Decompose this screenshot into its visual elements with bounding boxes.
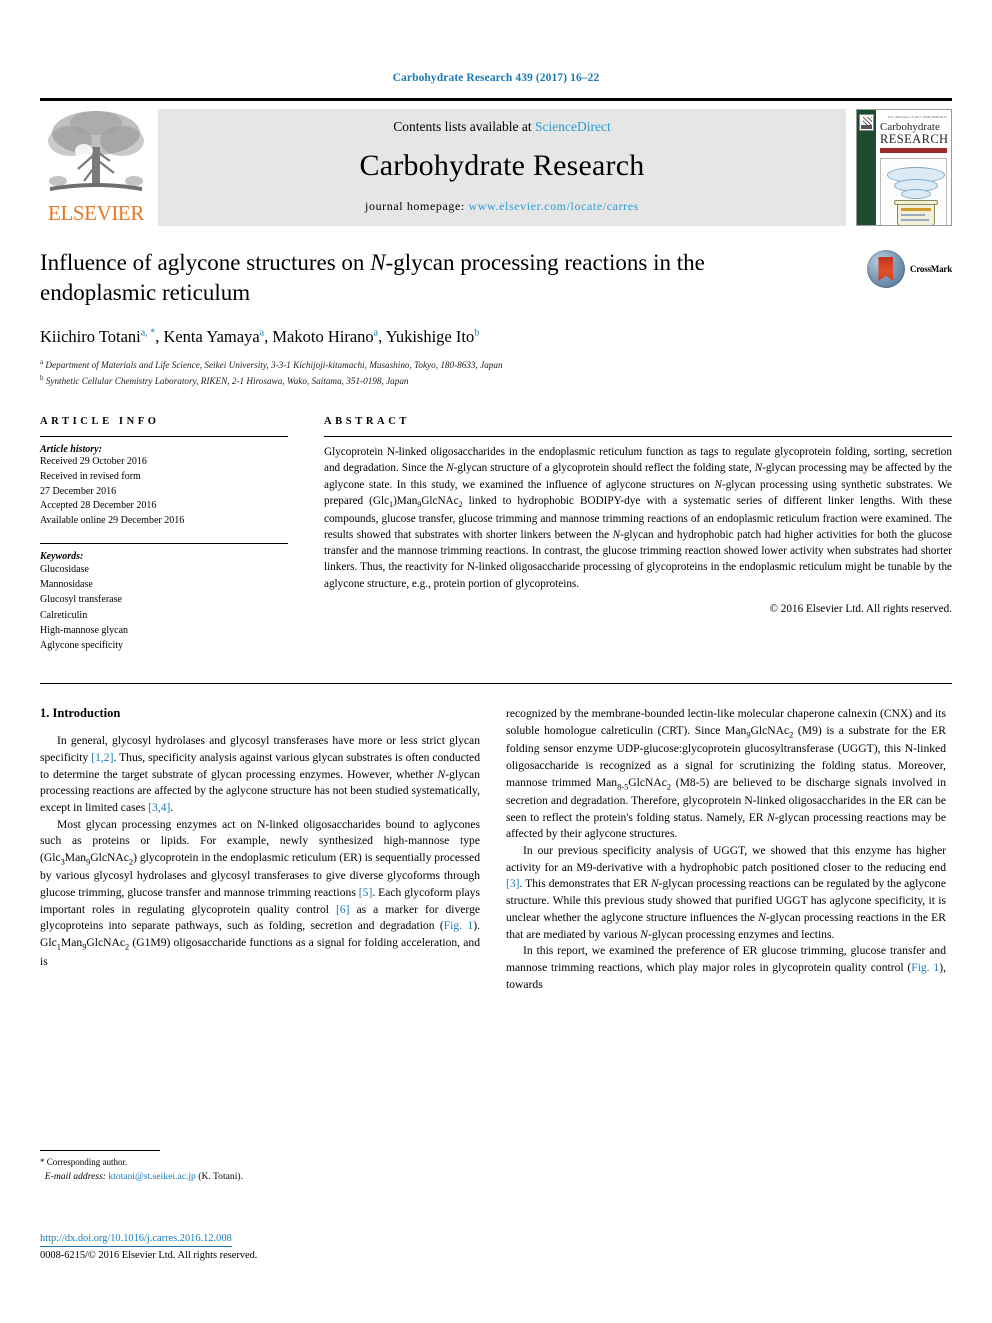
keyword-5: High-mannose glycan — [40, 624, 129, 636]
keyword-4: Calreticulin — [40, 609, 88, 621]
affiliation-b-mark: b — [40, 373, 44, 382]
intro-paragraph-4: In our previous specificity analysis of … — [506, 844, 946, 941]
journal-title: Carbohydrate Research — [359, 149, 645, 182]
article-history-label: Article history: — [40, 444, 102, 456]
affiliation-a-mark: a — [40, 358, 44, 367]
author-3[interactable]: Makoto Hiranoa — [272, 327, 378, 346]
abstract-text: Glycoprotein N-linked oligosaccharides i… — [324, 446, 952, 590]
footnote-rule — [40, 1150, 160, 1151]
homepage-url-link[interactable]: www.elsevier.com/locate/carres — [468, 199, 638, 213]
crossmark-icon — [866, 250, 905, 288]
issn-copyright-line: 0008-6215/© 2016 Elsevier Ltd. All right… — [40, 1249, 258, 1261]
affiliation-list: a Department of Materials and Life Scien… — [40, 357, 952, 388]
corresponding-author-note: * Corresponding author. — [40, 1157, 128, 1167]
email-label: E-mail address: — [44, 1170, 106, 1182]
article-history-5: Available online 29 December 2016 — [40, 515, 185, 527]
author-list: Kiichiro Totania, *, Kenta Yamayaa, Mako… — [40, 327, 480, 346]
cover-body: Vol. 439 Issue 15 2017 ISSN 0008-6215 Ca… — [876, 110, 951, 225]
cover-subtitle-bar — [880, 147, 947, 153]
page-title: Influence of aglycone structures on N-gl… — [40, 248, 800, 309]
body-columns: 1. Introduction In general, glycosyl hyd… — [40, 706, 952, 993]
intro-paragraph-1: In general, glycosyl hydrolases and glyc… — [40, 734, 481, 814]
keyword-3: Glucosyl transferase — [40, 594, 122, 606]
abstract-heading: ABSTRACT — [324, 416, 410, 428]
sciencedirect-link[interactable]: ScienceDirect — [535, 119, 611, 134]
intro-paragraph-5: In this report, we examined the preferen… — [506, 944, 946, 991]
affiliation-b: b Synthetic Cellular Chemistry Laborator… — [40, 373, 952, 388]
journal-cover-thumbnail: Vol. 439 Issue 15 2017 ISSN 0008-6215 Ca… — [856, 109, 952, 226]
keyword-1: Glucosidase — [40, 564, 89, 576]
footnote-area: * Corresponding author. E-mail address: … — [40, 1150, 480, 1184]
running-head: Carbohydrate Research 439 (2017) 16–22 — [392, 72, 600, 84]
author-4[interactable]: Yukishige Itob — [386, 327, 479, 346]
cover-elsevier-mark-icon — [859, 114, 874, 131]
email-link[interactable]: ktotani@st.seikei.ac.jp — [108, 1171, 195, 1182]
article-info-heading: ARTICLE INFO — [40, 416, 160, 428]
abstract-column: ABSTRACT Glycoprotein N-linked oligosacc… — [324, 416, 952, 653]
abstract-copyright: © 2016 Elsevier Ltd. All rights reserved… — [769, 602, 953, 615]
journal-masthead: ELSEVIER Contents lists available at Sci… — [40, 98, 952, 226]
body-column-right: recognized by the membrane-bounded lecti… — [506, 706, 946, 993]
journal-homepage-line: journal homepage: www.elsevier.com/locat… — [365, 199, 639, 214]
footer-doi-area: http://dx.doi.org/10.1016/j.carres.2016.… — [40, 1228, 500, 1261]
doi-link[interactable]: http://dx.doi.org/10.1016/j.carres.2016.… — [40, 1232, 232, 1247]
elsevier-logo: ELSEVIER — [40, 109, 152, 226]
cover-title-line2: RESEARCH — [880, 132, 949, 146]
keyword-6: Aglycone specificity — [40, 639, 124, 651]
paper-page: Carbohydrate Research 439 (2017) 16–22 E… — [0, 0, 992, 1323]
article-info-rule — [40, 436, 288, 438]
article-history-2: Received in revised form — [40, 470, 141, 482]
elsevier-wordmark: ELSEVIER — [48, 201, 144, 225]
keyword-2: Mannosidase — [40, 579, 93, 591]
email-note: E-mail address: ktotani@st.seikei.ac.jp … — [40, 1170, 480, 1184]
cover-artwork — [880, 157, 947, 225]
title-part-1: Influence of aglycone structures on — [40, 250, 371, 275]
body-column-left: 1. Introduction In general, glycosyl hyd… — [40, 706, 480, 993]
journal-band: Contents lists available at ScienceDirec… — [158, 109, 846, 226]
author-1-name: Kiichiro Totani — [40, 327, 141, 346]
article-info-column: ARTICLE INFO Article history: Received 2… — [40, 416, 288, 653]
intro-paragraph-2: Most glycan processing enzymes act on N-… — [40, 817, 481, 968]
affiliation-a: a Department of Materials and Life Scien… — [40, 357, 952, 372]
intro-paragraph-3: recognized by the membrane-bounded lecti… — [506, 707, 946, 841]
email-suffix: (K. Totani). — [198, 1170, 243, 1182]
homepage-label: journal homepage: — [365, 199, 469, 213]
section-heading-introduction: 1. Introduction — [40, 706, 121, 721]
body-separator-rule — [40, 683, 952, 685]
article-history-4: Accepted 28 December 2016 — [40, 500, 157, 512]
crossmark-badge[interactable]: CrossMark — [866, 250, 952, 288]
author-1[interactable]: Kiichiro Totania, * — [40, 327, 155, 346]
article-history-3: 27 December 2016 — [40, 485, 117, 497]
author-3-marks: a — [373, 327, 379, 339]
article-history-1: Received 29 October 2016 — [40, 456, 147, 468]
info-abstract-row: ARTICLE INFO Article history: Received 2… — [40, 416, 952, 653]
affiliation-a-text: Department of Materials and Life Science… — [45, 360, 503, 371]
title-italic-n: N — [370, 250, 386, 275]
keywords-label: Keywords: — [40, 551, 84, 563]
cover-issn-line: Vol. 439 Issue 15 2017 ISSN 0008-6215 — [888, 115, 947, 119]
author-1-marks: a, * — [140, 327, 156, 339]
author-2[interactable]: Kenta Yamayaa — [163, 327, 264, 346]
author-3-name: Makoto Hirano — [272, 327, 374, 346]
author-2-name: Kenta Yamaya — [163, 327, 260, 346]
crossmark-label: CrossMark — [909, 264, 952, 274]
contents-list-line: Contents lists available at ScienceDirec… — [393, 119, 610, 135]
abstract-rule — [324, 436, 952, 438]
keywords-rule — [40, 543, 288, 545]
title-block: Influence of aglycone structures on N-gl… — [40, 248, 952, 310]
elsevier-tree-icon — [44, 107, 148, 203]
cover-spine — [857, 110, 876, 225]
contents-prefix: Contents lists available at — [393, 119, 535, 134]
author-2-marks: a — [259, 327, 265, 339]
affiliation-b-text: Synthetic Cellular Chemistry Laboratory,… — [45, 375, 409, 386]
author-4-marks: b — [474, 327, 480, 339]
author-4-name: Yukishige Ito — [385, 327, 475, 346]
